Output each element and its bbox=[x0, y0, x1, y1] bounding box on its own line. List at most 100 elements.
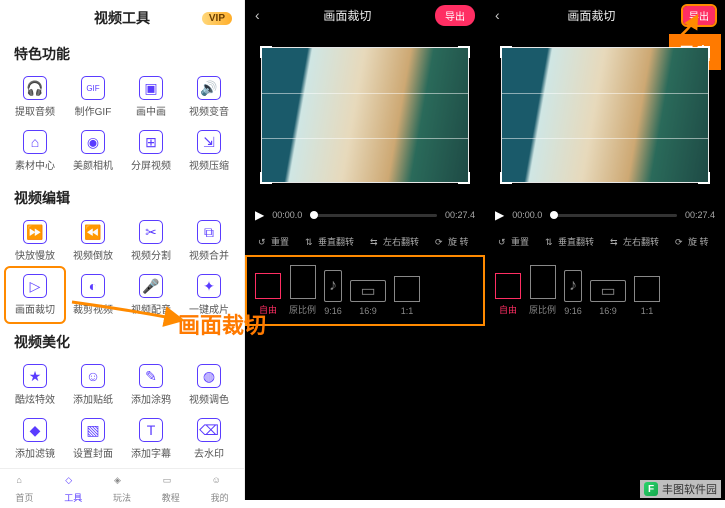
flip-horizontal-button[interactable]: ⇆左右翻转 bbox=[605, 232, 664, 251]
handle-bl[interactable] bbox=[260, 172, 272, 184]
ratio-自由[interactable]: 自由 bbox=[255, 273, 281, 316]
tool-sticker[interactable]: ☺添加贴纸 bbox=[64, 358, 122, 412]
tool-palette[interactable]: ◍视频调色 bbox=[180, 358, 238, 412]
ratio-1:1[interactable]: 1:1 bbox=[634, 276, 660, 316]
ratio-shape-icon bbox=[394, 276, 420, 302]
tool-label: 画中画 bbox=[136, 103, 166, 118]
reset-button[interactable]: ↺重置 bbox=[253, 232, 294, 251]
tool-label: 添加贴纸 bbox=[73, 391, 113, 406]
tool-cover[interactable]: ▧设置封面 bbox=[64, 412, 122, 466]
tool-split[interactable]: ⊞分屏视频 bbox=[122, 124, 180, 178]
tool-reverse[interactable]: ⏪ 视频倒放 bbox=[64, 214, 122, 268]
tool-magic[interactable]: ✦一键成片 bbox=[180, 268, 238, 322]
seek-track[interactable] bbox=[310, 214, 437, 217]
ratio-shape-icon bbox=[255, 273, 281, 299]
tool-gif[interactable]: GIF制作GIF bbox=[64, 70, 122, 124]
section-title: 视频编辑 bbox=[0, 180, 244, 212]
ratio-shape-icon bbox=[634, 276, 660, 302]
flip-horizontal-button[interactable]: ⇆左右翻转 bbox=[365, 232, 424, 251]
tool-text[interactable]: T添加字幕 bbox=[122, 412, 180, 466]
export-button[interactable]: 导出 bbox=[435, 5, 475, 26]
nav-label: 工具 bbox=[64, 491, 82, 504]
ratio-1:1[interactable]: 1:1 bbox=[394, 276, 420, 316]
ratio-label: 自由 bbox=[259, 303, 277, 316]
tool-label: 素材中心 bbox=[15, 157, 55, 172]
tool-speed[interactable]: ⏩快放慢放 bbox=[6, 214, 64, 268]
rotate-button[interactable]: ⟳旋 转 bbox=[430, 232, 474, 251]
ratio-9:16[interactable]: ♪9:16 bbox=[324, 270, 342, 316]
handle-br[interactable] bbox=[458, 172, 470, 184]
tool-erase[interactable]: ⌫去水印 bbox=[180, 412, 238, 466]
tool-crop[interactable]: ▷画面裁切 bbox=[6, 268, 64, 322]
tool-label: 视频变音 bbox=[189, 103, 229, 118]
handle-br[interactable] bbox=[698, 172, 710, 184]
tool-label: 视频倒放 bbox=[73, 247, 113, 262]
crop-frame[interactable] bbox=[501, 47, 709, 183]
ratio-16:9[interactable]: ▭16:9 bbox=[350, 280, 386, 316]
speed-icon: ⏩ bbox=[23, 220, 47, 244]
tool-label: 酷炫特效 bbox=[15, 391, 55, 406]
compress-icon: ⇲ bbox=[197, 130, 221, 154]
tool-star[interactable]: ★ 酷炫特效 bbox=[6, 358, 64, 412]
merge-icon: ⧉ bbox=[197, 220, 221, 244]
back-icon[interactable]: ‹ bbox=[495, 7, 500, 23]
voice-icon: 🔊 bbox=[197, 76, 221, 100]
tool-voice[interactable]: 🔊 视频变音 bbox=[180, 70, 238, 124]
cover-icon: ▧ bbox=[81, 418, 105, 442]
ratio-原比例[interactable]: 原比例 bbox=[529, 265, 556, 316]
video-thumb bbox=[502, 48, 708, 182]
tool-merge[interactable]: ⧉视频合并 bbox=[180, 214, 238, 268]
tool-store[interactable]: ⌂素材中心 bbox=[6, 124, 64, 178]
play-icon[interactable]: ▶ bbox=[255, 208, 264, 222]
flip-vertical-button[interactable]: ⇅垂直翻转 bbox=[540, 232, 599, 251]
ratio-label: 1:1 bbox=[401, 306, 414, 316]
tool-brush[interactable]: ✎添加涂鸦 bbox=[122, 358, 180, 412]
magic-icon: ✦ bbox=[197, 274, 221, 298]
ratio-9:16[interactable]: ♪ 9:16 bbox=[564, 270, 582, 316]
reset-button[interactable]: ↺重置 bbox=[493, 232, 534, 251]
section-title: 视频美化 bbox=[0, 324, 244, 356]
tool-label: 分屏视频 bbox=[131, 157, 171, 172]
ratio-shape-icon: ♪ bbox=[564, 270, 582, 302]
handle-tl[interactable] bbox=[500, 46, 512, 58]
handle-tl[interactable] bbox=[260, 46, 272, 58]
vip-badge[interactable]: VIP bbox=[202, 12, 232, 25]
tool-camera[interactable]: ◉美颜相机 bbox=[64, 124, 122, 178]
tool-filter[interactable]: ◆添加滤镜 bbox=[6, 412, 64, 466]
tool-trim[interactable]: ◐裁剪视频 bbox=[64, 268, 122, 322]
video-thumb bbox=[262, 48, 468, 182]
filter-icon: ◆ bbox=[23, 418, 47, 442]
tool-cut[interactable]: ✂视频分割 bbox=[122, 214, 180, 268]
ratio-label: 原比例 bbox=[289, 303, 316, 316]
tool-headphones[interactable]: 🎧提取音频 bbox=[6, 70, 64, 124]
back-icon[interactable]: ‹ bbox=[255, 7, 260, 23]
handle-tr[interactable] bbox=[698, 46, 710, 58]
ratio-label: 16:9 bbox=[359, 306, 377, 316]
ratio-自由[interactable]: 自由 bbox=[495, 273, 521, 316]
handle-bl[interactable] bbox=[500, 172, 512, 184]
play-icon[interactable]: ▶ bbox=[495, 208, 504, 222]
nav-label: 教程 bbox=[162, 491, 180, 504]
ratio-shape-icon bbox=[530, 265, 556, 299]
nav-label: 玩法 bbox=[113, 491, 131, 504]
crop-editor-right: ‹ 画面裁切 导出 导出 ▶ 00:00.0 bbox=[485, 0, 725, 500]
reverse-icon: ⏪ bbox=[81, 220, 105, 244]
rotate-button[interactable]: ⟳旋 转 bbox=[670, 232, 714, 251]
ratio-16:9[interactable]: ▭16:9 bbox=[590, 280, 626, 316]
tool-dub[interactable]: 🎤视频配音 bbox=[122, 268, 180, 322]
handle-tr[interactable] bbox=[458, 46, 470, 58]
flip-vertical-button[interactable]: ⇅垂直翻转 bbox=[300, 232, 359, 251]
tool-pip[interactable]: ▣画中画 bbox=[122, 70, 180, 124]
seek-track[interactable] bbox=[550, 214, 677, 217]
editor-title: 画面裁切 bbox=[567, 7, 615, 24]
star-icon: ★ bbox=[23, 364, 47, 388]
ratio-原比例[interactable]: 原比例 bbox=[289, 265, 316, 316]
tool-label: 视频调色 bbox=[189, 391, 229, 406]
bottom-nav: ⌂首页◇工具◈玩法▭教程☺我的 bbox=[0, 468, 244, 508]
tool-label: 画面裁切 bbox=[15, 301, 55, 316]
ratio-label: 9:16 bbox=[564, 306, 582, 316]
timeline: ▶ 00:00.0 00:27.4 bbox=[245, 200, 485, 228]
crop-frame[interactable] bbox=[261, 47, 469, 183]
tool-label: 添加涂鸦 bbox=[131, 391, 171, 406]
tool-compress[interactable]: ⇲视频压缩 bbox=[180, 124, 238, 178]
